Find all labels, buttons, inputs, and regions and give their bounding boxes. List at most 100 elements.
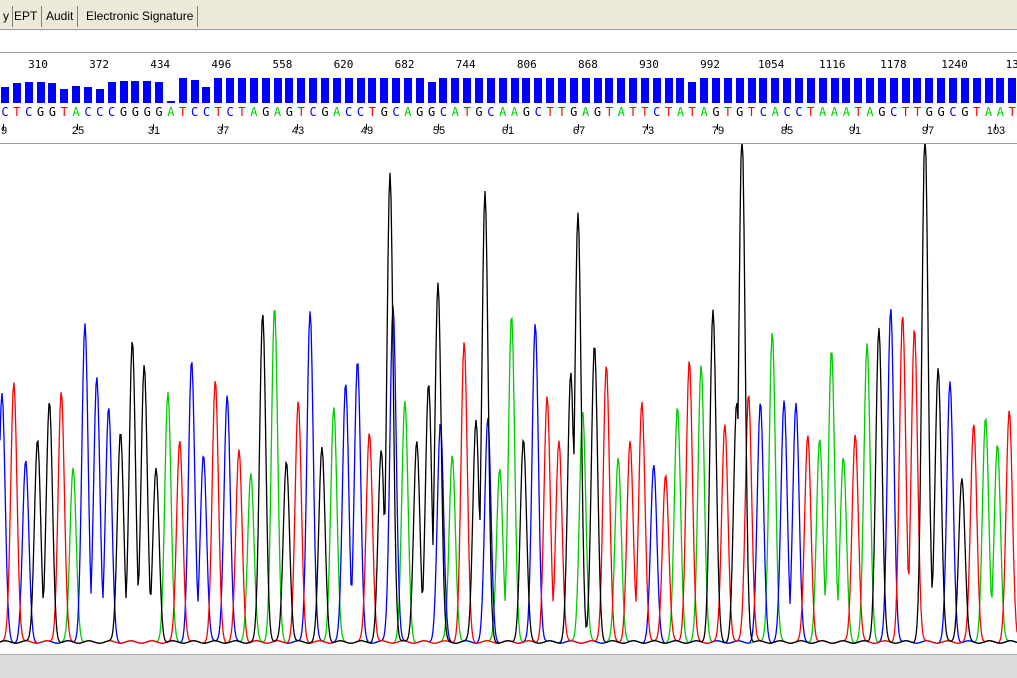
base-call[interactable]: T <box>641 105 648 119</box>
base-call[interactable]: A <box>772 105 779 119</box>
base-call[interactable]: A <box>701 105 708 119</box>
base-call[interactable]: T <box>689 105 696 119</box>
scan-number: 434 <box>150 58 171 71</box>
tab-electronic-signature[interactable]: Electronic Signature <box>82 6 199 27</box>
horizontal-scrollbar[interactable] <box>0 654 1017 678</box>
quality-bar <box>877 78 886 103</box>
tab-audit[interactable]: Audit <box>42 6 79 27</box>
quality-bar <box>617 78 626 103</box>
base-call[interactable]: G <box>878 105 885 119</box>
base-call[interactable]: G <box>155 105 162 119</box>
base-call[interactable]: G <box>37 105 44 119</box>
base-call[interactable]: A <box>250 105 257 119</box>
base-call[interactable]: T <box>724 105 731 119</box>
base-call[interactable]: T <box>464 105 471 119</box>
base-call[interactable]: T <box>546 105 553 119</box>
base-call[interactable]: C <box>25 105 32 119</box>
base-call[interactable]: A <box>499 105 506 119</box>
base-call[interactable]: C <box>96 105 103 119</box>
base-call[interactable]: G <box>321 105 328 119</box>
base-call[interactable]: G <box>736 105 743 119</box>
base-call[interactable]: T <box>902 105 909 119</box>
base-number: 55 <box>432 125 446 137</box>
base-call[interactable]: T <box>238 105 245 119</box>
base-call[interactable]: G <box>144 105 151 119</box>
base-call[interactable]: T <box>914 105 921 119</box>
quality-bar <box>427 82 436 103</box>
base-call[interactable]: C <box>357 105 364 119</box>
base-call[interactable]: A <box>866 105 873 119</box>
quality-bar <box>854 78 863 103</box>
base-call[interactable]: G <box>132 105 139 119</box>
base-call[interactable]: T <box>61 105 68 119</box>
base-call[interactable]: G <box>712 105 719 119</box>
base-call[interactable]: G <box>594 105 601 119</box>
base-call[interactable]: C <box>1 105 8 119</box>
base-call[interactable]: A <box>404 105 411 119</box>
base-call[interactable]: T <box>855 105 862 119</box>
base-call[interactable]: C <box>392 105 399 119</box>
base-call[interactable]: G <box>961 105 968 119</box>
base-call[interactable]: T <box>1009 105 1016 119</box>
base-call[interactable]: G <box>428 105 435 119</box>
base-call[interactable]: C <box>191 105 198 119</box>
base-call[interactable]: C <box>440 105 447 119</box>
base-call[interactable]: C <box>84 105 91 119</box>
base-call[interactable]: C <box>345 105 352 119</box>
base-call[interactable]: C <box>795 105 802 119</box>
base-call[interactable]: A <box>167 105 174 119</box>
base-call[interactable]: T <box>665 105 672 119</box>
base-call[interactable]: A <box>843 105 850 119</box>
base-call[interactable]: T <box>558 105 565 119</box>
quality-bar <box>534 78 543 103</box>
base-call[interactable]: T <box>369 105 376 119</box>
base-call[interactable]: T <box>807 105 814 119</box>
base-call[interactable]: C <box>949 105 956 119</box>
chromatogram[interactable] <box>0 140 1017 654</box>
base-call[interactable]: T <box>215 105 222 119</box>
base-call[interactable]: C <box>653 105 660 119</box>
base-call[interactable]: A <box>618 105 625 119</box>
base-call[interactable]: G <box>926 105 933 119</box>
base-call[interactable]: T <box>13 105 20 119</box>
base-call[interactable]: T <box>748 105 755 119</box>
base-call[interactable]: A <box>677 105 684 119</box>
base-call[interactable]: A <box>274 105 281 119</box>
base-call[interactable]: T <box>629 105 636 119</box>
base-call[interactable]: G <box>416 105 423 119</box>
base-call[interactable]: C <box>203 105 210 119</box>
base-call[interactable]: A <box>511 105 518 119</box>
base-call[interactable]: C <box>890 105 897 119</box>
base-call[interactable]: T <box>973 105 980 119</box>
base-call[interactable]: C <box>535 105 542 119</box>
base-call[interactable]: G <box>381 105 388 119</box>
base-call[interactable]: A <box>333 105 340 119</box>
base-call[interactable]: C <box>108 105 115 119</box>
base-call[interactable]: G <box>570 105 577 119</box>
base-call[interactable]: A <box>997 105 1004 119</box>
base-call[interactable]: G <box>120 105 127 119</box>
base-call[interactable]: C <box>783 105 790 119</box>
quality-bar <box>273 78 282 103</box>
base-call[interactable]: A <box>831 105 838 119</box>
base-call[interactable]: T <box>179 105 186 119</box>
base-call[interactable]: C <box>227 105 234 119</box>
base-call[interactable]: T <box>606 105 613 119</box>
base-number: 85 <box>780 125 794 137</box>
base-call[interactable]: G <box>49 105 56 119</box>
base-call[interactable]: A <box>582 105 589 119</box>
base-call[interactable]: A <box>819 105 826 119</box>
base-call[interactable]: G <box>523 105 530 119</box>
base-call[interactable]: G <box>475 105 482 119</box>
base-call[interactable]: T <box>298 105 305 119</box>
tab-ept[interactable]: EPT <box>10 6 43 27</box>
base-call[interactable]: G <box>938 105 945 119</box>
base-call[interactable]: G <box>262 105 269 119</box>
base-call[interactable]: C <box>309 105 316 119</box>
base-call[interactable]: A <box>985 105 992 119</box>
base-call[interactable]: C <box>487 105 494 119</box>
base-call[interactable]: A <box>72 105 79 119</box>
base-call[interactable]: C <box>760 105 767 119</box>
base-call[interactable]: G <box>286 105 293 119</box>
base-call[interactable]: A <box>452 105 459 119</box>
